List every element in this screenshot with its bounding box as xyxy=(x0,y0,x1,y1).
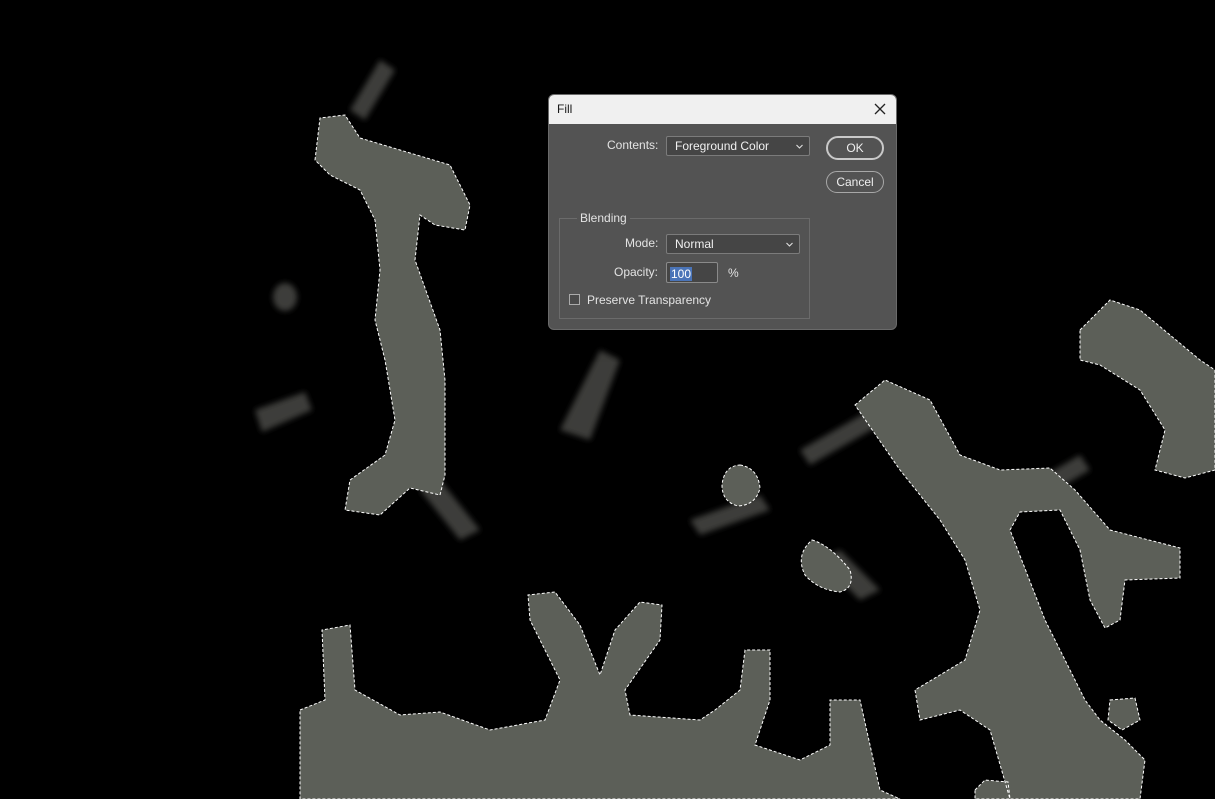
contents-select[interactable]: Foreground Color xyxy=(666,136,810,156)
preserve-transparency-checkbox[interactable] xyxy=(569,294,580,305)
opacity-value: 100 xyxy=(670,267,693,281)
mode-label: Mode: xyxy=(625,236,659,250)
fill-dialog: Fill Contents: Foreground Color OK Cance… xyxy=(548,94,897,330)
opacity-input[interactable]: 100 xyxy=(666,262,718,283)
contents-label: Contents: xyxy=(607,138,659,152)
ok-button[interactable]: OK xyxy=(826,136,884,160)
dialog-titlebar[interactable]: Fill xyxy=(549,95,896,124)
contents-select-value: Foreground Color xyxy=(675,139,770,153)
close-button[interactable] xyxy=(870,99,890,119)
opacity-unit: % xyxy=(728,266,739,280)
chevron-down-icon xyxy=(796,144,803,149)
dialog-title: Fill xyxy=(557,102,573,116)
cancel-button[interactable]: Cancel xyxy=(826,171,884,193)
close-icon xyxy=(874,103,886,115)
blending-title: Blending xyxy=(577,211,630,225)
mode-select-value: Normal xyxy=(675,237,714,251)
preserve-transparency-label[interactable]: Preserve Transparency xyxy=(587,293,711,307)
opacity-label: Opacity: xyxy=(614,265,659,279)
chevron-down-icon xyxy=(786,242,793,247)
mode-select[interactable]: Normal xyxy=(666,234,800,254)
